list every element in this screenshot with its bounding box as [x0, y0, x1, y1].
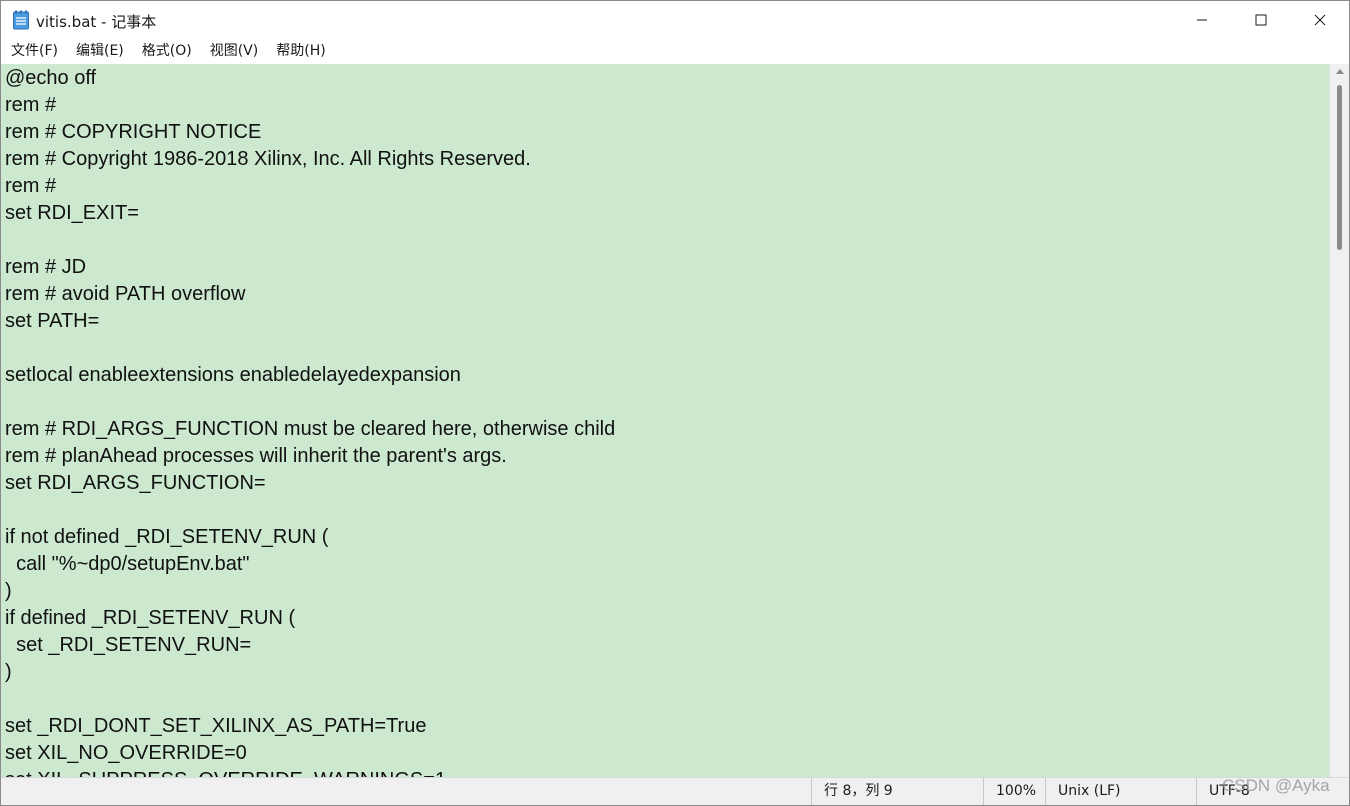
notepad-window: vitis.bat - 记事本 文件(F) 编辑(E) 格式(O) 视图(V) … [0, 0, 1350, 806]
menu-help[interactable]: 帮助(H) [267, 39, 334, 64]
notepad-icon [13, 10, 29, 30]
text-editor[interactable]: @echo off rem # rem # COPYRIGHT NOTICE r… [1, 64, 1329, 777]
window-title: vitis.bat - 记事本 [36, 13, 157, 31]
close-icon [1314, 14, 1326, 26]
scrollbar-thumb[interactable] [1337, 85, 1342, 250]
cursor-position: 行 8，列 9 [811, 778, 983, 805]
line-ending: Unix (LF) [1045, 778, 1196, 805]
menu-file[interactable]: 文件(F) [1, 39, 67, 64]
menu-view[interactable]: 视图(V) [201, 39, 268, 64]
minimize-icon [1197, 19, 1207, 21]
editor-content[interactable]: @echo off rem # rem # COPYRIGHT NOTICE r… [5, 65, 615, 777]
scroll-up-arrow-icon[interactable] [1336, 69, 1344, 74]
menu-format[interactable]: 格式(O) [133, 39, 201, 64]
maximize-button[interactable] [1232, 1, 1290, 39]
close-button[interactable] [1291, 1, 1349, 39]
watermark: CSDN @Ayka [1222, 776, 1330, 795]
maximize-icon [1255, 14, 1267, 26]
status-bar: 行 8，列 9 100% Unix (LF) UTF-8 [1, 777, 1349, 805]
vertical-scrollbar[interactable] [1329, 64, 1349, 777]
minimize-button[interactable] [1173, 1, 1231, 39]
menu-bar: 文件(F) 编辑(E) 格式(O) 视图(V) 帮助(H) [1, 39, 1349, 64]
menu-edit[interactable]: 编辑(E) [67, 39, 133, 64]
zoom-level: 100% [983, 778, 1045, 805]
title-bar[interactable]: vitis.bat - 记事本 [1, 1, 1349, 39]
